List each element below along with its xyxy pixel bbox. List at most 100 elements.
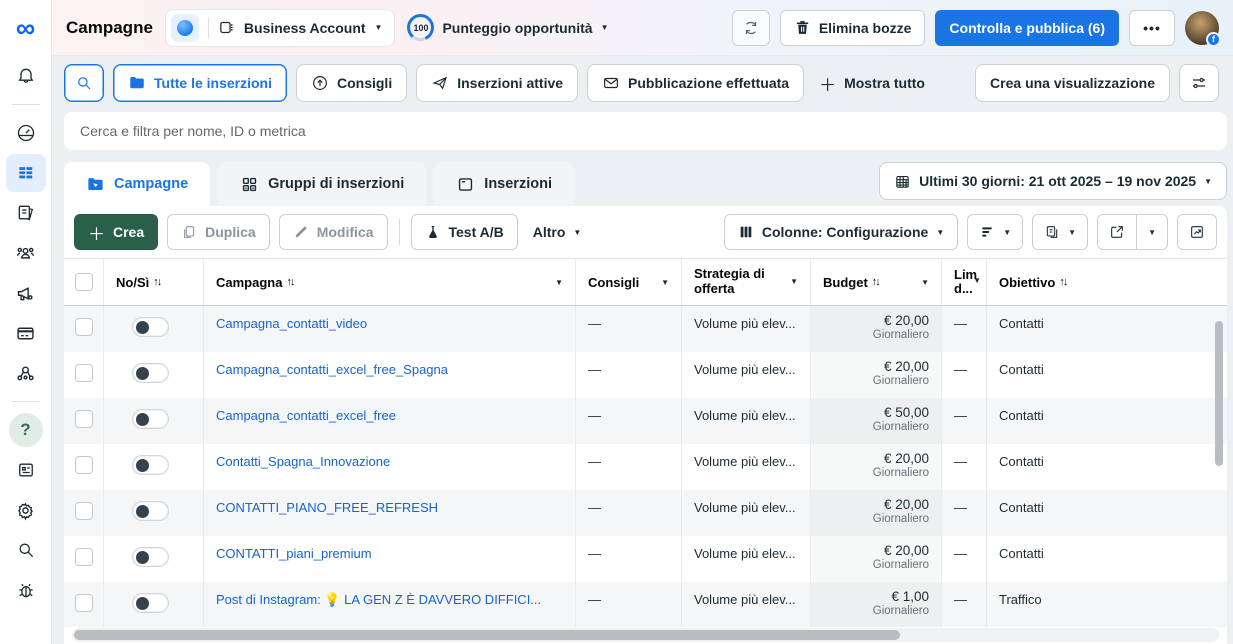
campaign-name-link[interactable]: Campagna_contatti_video [216, 316, 563, 331]
edit-button[interactable]: Modifica [279, 214, 388, 250]
refresh-button[interactable] [732, 10, 770, 46]
columns-button[interactable]: Colonne: Configurazione ▼ [724, 214, 958, 250]
tab-campaigns[interactable]: Campagne [64, 162, 210, 206]
row-toggle-cell [104, 352, 204, 398]
create-button[interactable]: ＋ Crea [74, 214, 158, 250]
export-options-button[interactable]: ▼ [1136, 215, 1167, 249]
recommendations-value: — [588, 592, 601, 607]
horizontal-scrollbar[interactable] [72, 628, 1219, 642]
opportunity-score[interactable]: 100 Punteggio opportunità ▼ [407, 14, 608, 41]
export-button[interactable] [1098, 215, 1136, 249]
header-budget[interactable]: Budget ↑↓ ▼ [811, 259, 942, 305]
ads-megaphone-icon[interactable] [6, 274, 46, 312]
campaign-name-link[interactable]: Campagna_contatti_excel_free [216, 408, 563, 423]
chevron-down-icon: ▼ [375, 23, 383, 32]
filter-active-ads[interactable]: Inserzioni attive [416, 64, 578, 102]
row-toggle-cell [104, 536, 204, 582]
row-checkbox[interactable] [75, 502, 93, 520]
filter-settings-button[interactable] [1179, 64, 1219, 102]
assets-network-icon[interactable] [6, 354, 46, 392]
folder-icon [128, 74, 146, 92]
table-row: Contatti_Spagna_Innovazione — Volume più… [64, 444, 1227, 490]
campaign-name-link[interactable]: Contatti_Spagna_Innovazione [216, 454, 563, 469]
billing-card-icon[interactable] [6, 314, 46, 352]
show-all-button[interactable]: ＋ Mostra tutto [813, 71, 931, 96]
search-row: Cerca e filtra per nome, ID o metrica [52, 110, 1233, 156]
row-checkbox[interactable] [75, 364, 93, 382]
filter-all-ads[interactable]: Tutte le inserzioni [113, 64, 287, 102]
chevron-down-icon: ▼ [1003, 228, 1011, 237]
campaign-name-link[interactable]: Post di Instagram: 💡 LA GEN Z È DAVVERO … [216, 592, 563, 608]
account-overview-gauge-icon[interactable] [6, 114, 46, 152]
campaign-toggle[interactable] [132, 363, 169, 383]
pages-icon[interactable] [6, 194, 46, 232]
objective-cell: Contatti [987, 444, 1227, 490]
campaign-toggle[interactable] [132, 547, 169, 567]
settings-gear-icon[interactable] [6, 491, 46, 529]
header-campaign[interactable]: Campagna ↑↓ ▼ [204, 259, 576, 305]
row-checkbox[interactable] [75, 318, 93, 336]
row-checkbox[interactable] [75, 594, 93, 612]
search-input[interactable]: Cerca e filtra per nome, ID o metrica [64, 112, 1227, 150]
bug-report-icon[interactable] [6, 571, 46, 609]
columns-icon [738, 224, 754, 240]
header-spend-limit[interactable]: Lim d... ▼ [942, 259, 987, 305]
help-question-icon[interactable]: ? [6, 411, 46, 449]
business-account-selector[interactable]: Business Account ▼ [165, 9, 396, 47]
create-view-label: Crea una visualizzazione [990, 75, 1155, 91]
sliders-icon [1190, 74, 1208, 92]
pencil-icon [293, 224, 309, 240]
table-row: Post di Instagram: 💡 LA GEN Z È DAVVERO … [64, 582, 1227, 627]
campaign-name-cell: Campagna_contatti_excel_free [204, 398, 576, 444]
create-view-button[interactable]: Crea una visualizzazione [975, 64, 1170, 102]
ab-test-button[interactable]: Test A/B [411, 214, 518, 250]
tab-ad-sets[interactable]: Gruppi di inserzioni [218, 162, 426, 206]
delete-drafts-button[interactable]: Elimina bozze [780, 10, 926, 46]
filter-delivered[interactable]: Pubblicazione effettuata [587, 64, 804, 102]
header-bid-strategy[interactable]: Strategia di offerta ▼ [682, 259, 811, 305]
vertical-scrollbar-thumb[interactable] [1215, 321, 1223, 466]
header-toggle[interactable]: No/Sì ↑↓ [104, 259, 204, 305]
reports-button[interactable]: ▼ [1032, 214, 1088, 250]
campaign-toggle[interactable] [132, 409, 169, 429]
filter-recommendations[interactable]: Consigli [296, 64, 407, 102]
charts-button[interactable] [1177, 214, 1217, 250]
search-icon[interactable] [6, 531, 46, 569]
budget-period: Giornaliero [873, 513, 929, 525]
tab-label: Gruppi di inserzioni [268, 176, 404, 192]
review-publish-button[interactable]: Controlla e pubblica (6) [935, 10, 1119, 46]
date-range-selector[interactable]: Ultimi 30 giorni: 21 ott 2025 – 19 nov 2… [879, 162, 1227, 200]
row-checkbox[interactable] [75, 456, 93, 474]
campaign-toggle[interactable] [132, 455, 169, 475]
avatar[interactable]: f [1185, 11, 1219, 45]
horizontal-scrollbar-thumb[interactable] [74, 630, 900, 640]
search-filter-button[interactable] [64, 64, 104, 102]
campaign-name-link[interactable]: CONTATTI_PIANO_FREE_REFRESH [216, 500, 563, 515]
campaigns-table-icon[interactable] [6, 154, 46, 192]
header-recommendations[interactable]: Consigli ▼ [576, 259, 682, 305]
meta-logo-icon[interactable]: ∞ [16, 0, 35, 56]
header-objective[interactable]: Obiettivo ↑↓ [987, 259, 1227, 305]
campaign-toggle[interactable] [132, 501, 169, 521]
news-feed-icon[interactable] [6, 451, 46, 489]
tab-ads[interactable]: Inserzioni [434, 162, 574, 206]
notifications-bell-icon[interactable] [6, 57, 46, 95]
row-checkbox[interactable] [75, 410, 93, 428]
breakdown-button[interactable]: ▼ [967, 214, 1023, 250]
select-all-checkbox[interactable] [75, 273, 93, 291]
duplicate-button[interactable]: Duplica [167, 214, 270, 250]
filter-label: Tutte le inserzioni [154, 75, 272, 91]
audiences-people-icon[interactable] [6, 234, 46, 272]
row-toggle-cell [104, 444, 204, 490]
campaign-name-link[interactable]: Campagna_contatti_excel_free_Spagna [216, 362, 563, 377]
more-actions-button[interactable]: Altro ▼ [527, 224, 588, 240]
objective-cell: Traffico [987, 582, 1227, 627]
campaign-name-link[interactable]: CONTATTI_piani_premium [216, 546, 563, 561]
objective-value: Traffico [999, 592, 1042, 607]
campaign-toggle[interactable] [132, 317, 169, 337]
campaign-toggle[interactable] [132, 593, 169, 613]
row-checkbox[interactable] [75, 548, 93, 566]
header-label: Campagna [216, 275, 282, 290]
more-options-button[interactable]: ••• [1129, 10, 1175, 46]
more-label: Altro [533, 224, 566, 240]
